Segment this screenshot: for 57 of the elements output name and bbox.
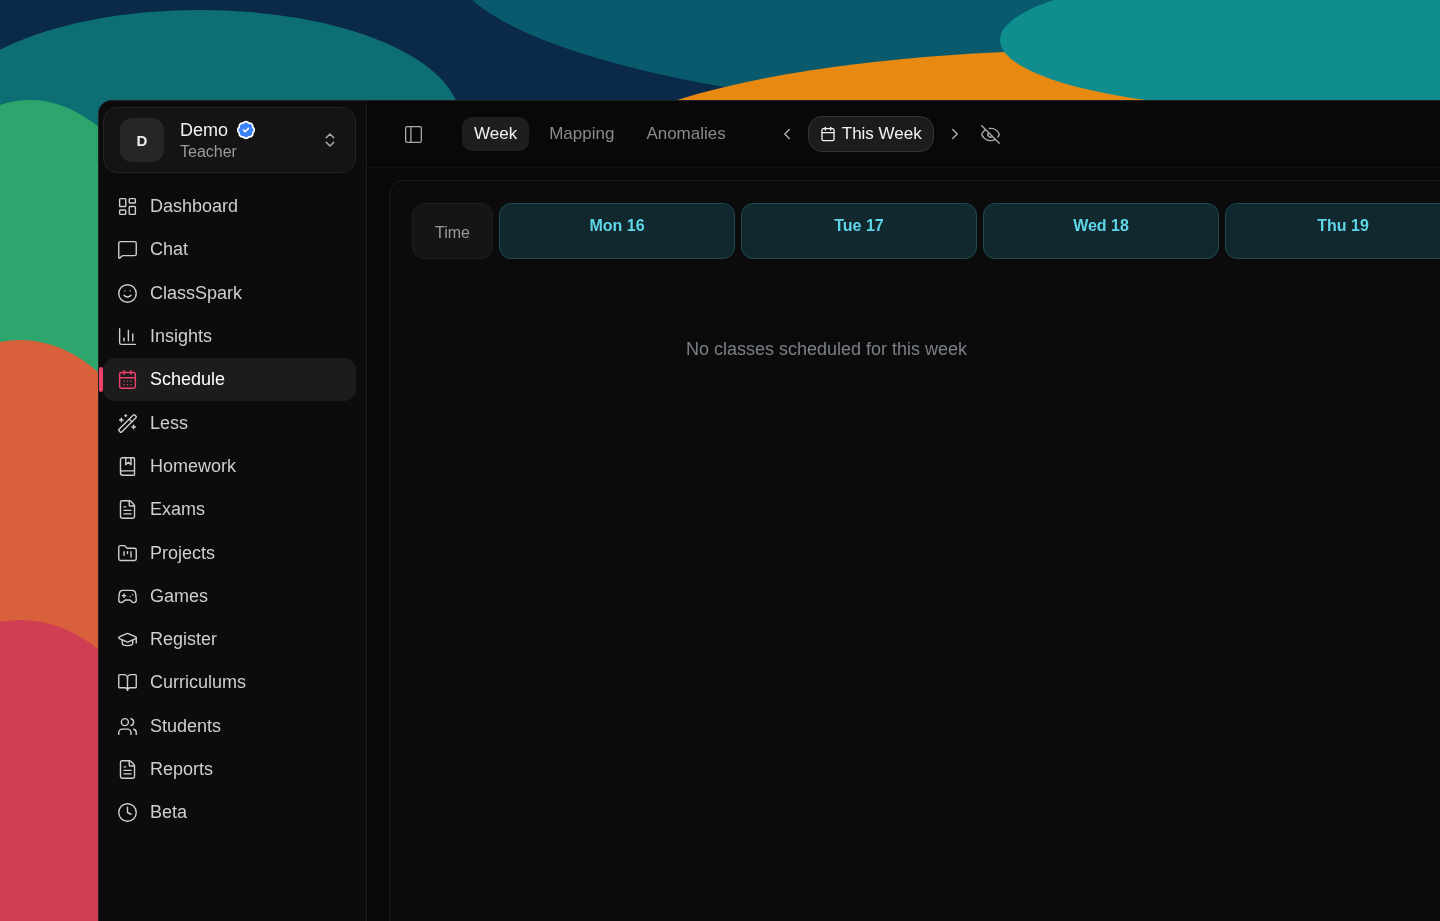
- day-header: Wed 18: [983, 203, 1219, 259]
- view-tab[interactable]: Anomalies: [634, 117, 738, 151]
- sidebar-item[interactable]: Reports: [103, 747, 356, 792]
- sidebar-label: Chat: [150, 239, 189, 261]
- view-tab[interactable]: Week: [462, 117, 530, 151]
- account-switcher[interactable]: D Demo Teacher: [103, 107, 356, 173]
- smile-icon: [117, 282, 138, 304]
- view-tab[interactable]: Mapping: [537, 117, 627, 151]
- document-icon: [117, 759, 138, 780]
- account-role: Teacher: [180, 142, 238, 161]
- sidebar-label: Dashboard: [150, 196, 239, 218]
- sidebar-label: Games: [150, 585, 209, 607]
- clock-icon: [117, 802, 138, 824]
- sidebar-item[interactable]: Curriculums: [103, 661, 356, 705]
- sidebar-label: Homework: [150, 455, 237, 477]
- account-name: Demo: [180, 119, 228, 141]
- sidebar-label: Register: [150, 629, 218, 651]
- sidebar-label: Students: [150, 715, 222, 737]
- sidebar-item[interactable]: Exams: [103, 488, 356, 532]
- sidebar-label: Schedule: [150, 369, 226, 391]
- time-header: Time: [412, 203, 493, 259]
- chat-icon: [117, 239, 138, 261]
- sidebar-label: Less: [150, 412, 189, 434]
- sidebar-item[interactable]: Homework: [103, 444, 356, 489]
- calendar-icon: [819, 126, 836, 142]
- sidebar-item[interactable]: Chat: [103, 228, 356, 272]
- book-icon: [117, 455, 138, 477]
- sidebar-item[interactable]: Less: [103, 401, 356, 445]
- empty-message: No classes scheduled for this week: [685, 339, 968, 359]
- dashboard-icon: [117, 196, 138, 218]
- wand-icon: [117, 412, 138, 434]
- sidebar-item[interactable]: Insights: [103, 314, 356, 359]
- sidebar-item[interactable]: Dashboard: [103, 185, 356, 229]
- sidebar-label: Insights: [150, 326, 213, 348]
- day-header: Thu 19: [1225, 203, 1440, 259]
- sidebar-item[interactable]: Beta: [103, 791, 356, 835]
- day-header: Tue 17: [741, 203, 977, 259]
- bar-chart-icon: [117, 326, 138, 348]
- avatar: D: [120, 118, 164, 162]
- sidebar-label: Projects: [150, 542, 216, 564]
- sidebar-label: Reports: [150, 759, 214, 780]
- sidebar-label: Exams: [150, 499, 205, 521]
- users-icon: [117, 715, 138, 737]
- sidebar-item[interactable]: Register: [103, 617, 356, 662]
- folder-icon: [117, 542, 138, 564]
- sidebar-label: Curriculums: [150, 672, 246, 694]
- sidebar-label: Beta: [150, 802, 188, 824]
- sidebar-item[interactable]: Students: [103, 704, 356, 748]
- date-range-button[interactable]: This Week: [807, 116, 934, 152]
- sidebar-label: ClassSpark: [150, 282, 243, 304]
- document-icon: [117, 499, 138, 521]
- sidebar-item[interactable]: Projects: [103, 531, 356, 575]
- open-book-icon: [117, 672, 138, 694]
- sidebar-item[interactable]: ClassSpark: [103, 271, 356, 315]
- sidebar-item[interactable]: Games: [103, 574, 356, 618]
- day-header: Mon 16: [499, 203, 735, 259]
- calendar-icon: [117, 369, 138, 391]
